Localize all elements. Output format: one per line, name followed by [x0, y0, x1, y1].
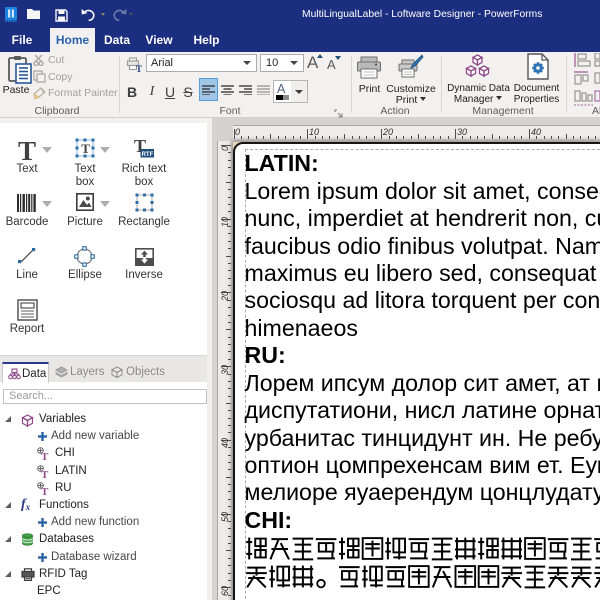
svg-text:T: T [41, 451, 49, 461]
svg-text:T: T [136, 64, 142, 72]
svg-text:RTF: RTF [142, 152, 154, 158]
svg-text:T: T [41, 469, 49, 479]
svg-text:T: T [81, 141, 90, 156]
svg-text:T: T [41, 486, 49, 496]
